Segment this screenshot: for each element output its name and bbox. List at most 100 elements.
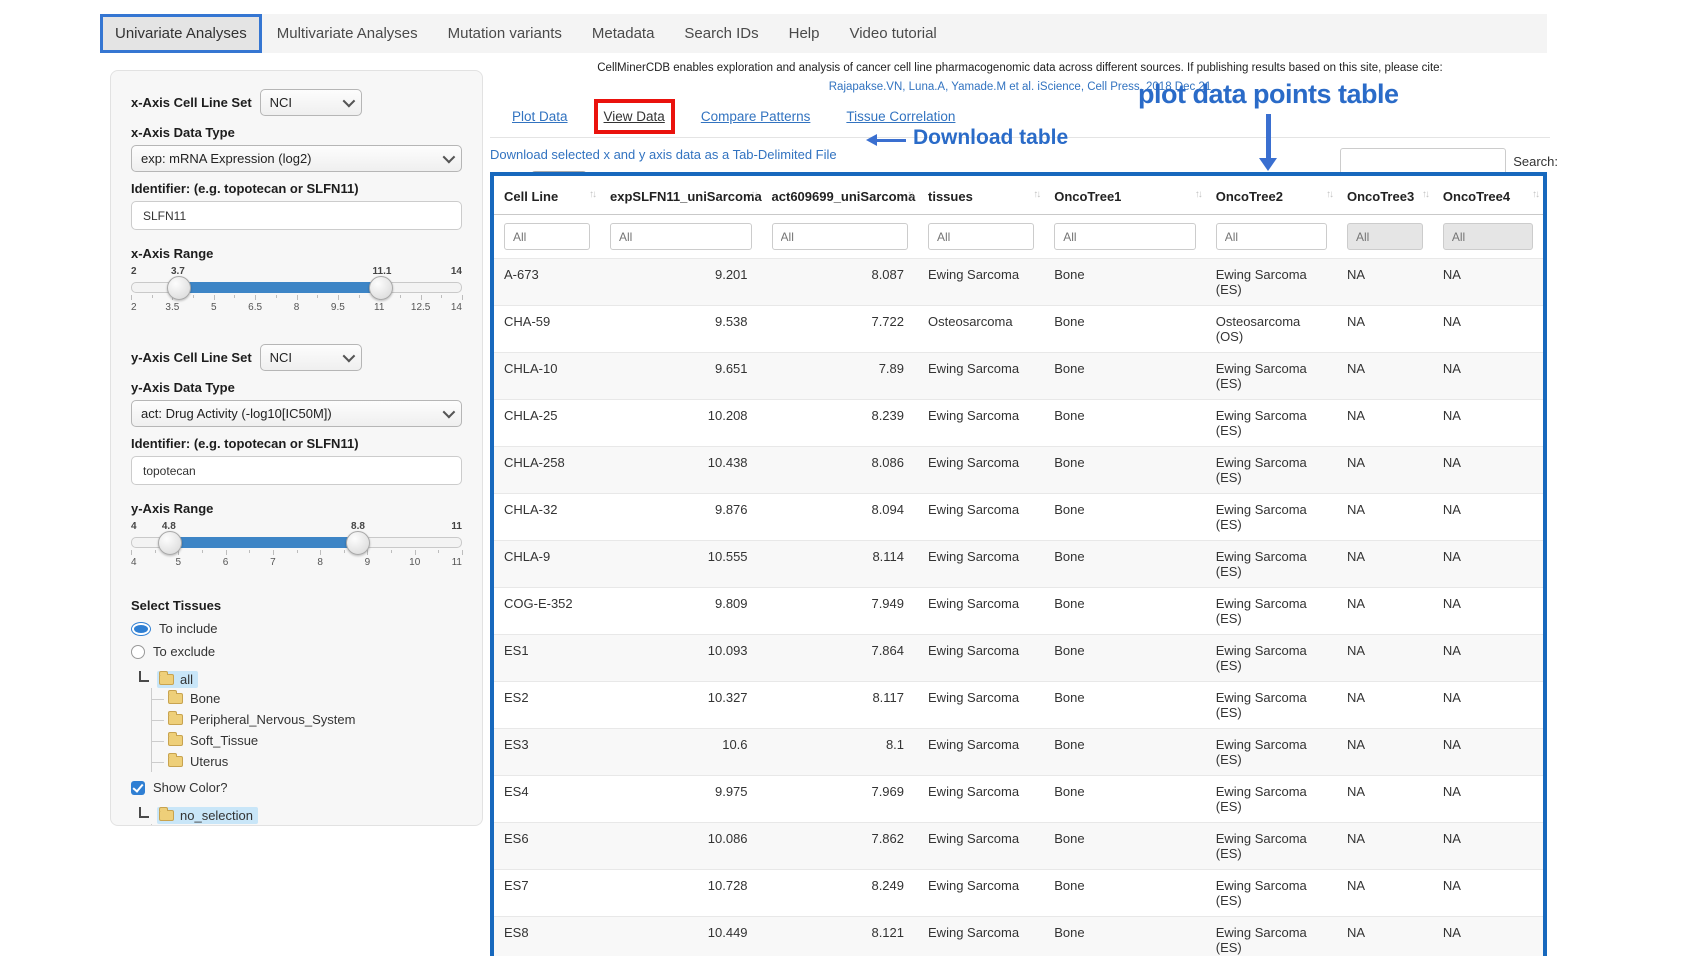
folder-icon	[168, 735, 183, 746]
column-filter-tissues[interactable]	[928, 223, 1034, 250]
x-cell-line-set-select[interactable]: NCI	[260, 89, 362, 116]
folder-icon	[159, 674, 174, 685]
column-filter-oncotree2[interactable]	[1216, 223, 1327, 250]
view-tabs: Plot Data View Data Compare Patterns Tissue…	[512, 109, 1550, 124]
include-radio[interactable]	[131, 622, 151, 636]
cell-oncotree3: NA	[1337, 494, 1433, 541]
column-header-oncotree2[interactable]: OncoTree2↑↓	[1206, 176, 1337, 215]
cell-oncotree2: Ewing Sarcoma (ES)	[1206, 541, 1337, 588]
include-radio-row[interactable]: To include	[131, 621, 462, 636]
cell-oncotree1: Bone	[1044, 729, 1206, 776]
cell-oncotree2: Ewing Sarcoma (ES)	[1206, 353, 1337, 400]
cell-oncotree4: NA	[1433, 494, 1543, 541]
cell-oncotree4: NA	[1433, 306, 1543, 353]
table-row: CHA-599.5387.722OsteosarcomaBoneOsteosar…	[494, 306, 1543, 353]
sort-icon[interactable]: ↑↓	[1033, 189, 1039, 200]
column-header-cell-line[interactable]: Cell Line↑↓	[494, 176, 600, 215]
column-header-oncotree3[interactable]: OncoTree3↑↓	[1337, 176, 1433, 215]
y-cell-line-set-select[interactable]: NCI	[260, 344, 362, 371]
y-data-type-select[interactable]: act: Drug Activity (-log10[IC50M])	[131, 400, 462, 427]
column-filter-oncotree1[interactable]	[1054, 223, 1196, 250]
table-row: CHLA-910.5558.114Ewing SarcomaBoneEwing …	[494, 541, 1543, 588]
tree-corner-icon	[139, 807, 149, 818]
cell-oncotree2: Ewing Sarcoma (ES)	[1206, 729, 1337, 776]
cell-act609699-unisarcoma: 8.249	[762, 870, 918, 917]
cell-expslfn11-unisarcoma: 10.327	[600, 682, 762, 729]
exclude-radio-row[interactable]: To exclude	[131, 644, 462, 659]
column-filter-act609699-unisarcoma[interactable]	[772, 223, 908, 250]
chevron-down-icon	[342, 95, 355, 108]
cell-oncotree2: Ewing Sarcoma (ES)	[1206, 400, 1337, 447]
nav-tab-univariate-analyses[interactable]: Univariate Analyses	[100, 14, 262, 53]
table-filter-row	[494, 215, 1543, 259]
table-row: ES110.0937.864Ewing SarcomaBoneEwing Sar…	[494, 635, 1543, 682]
cell-oncotree2: Ewing Sarcoma (ES)	[1206, 776, 1337, 823]
column-filter-oncotree3[interactable]	[1347, 223, 1423, 250]
folder-icon	[168, 714, 183, 725]
tab-tissue-correlation[interactable]: Tissue Correlation	[846, 109, 955, 124]
nav-tab-video-tutorial[interactable]: Video tutorial	[834, 14, 951, 53]
include-tree-item-uterus[interactable]: Uterus	[152, 751, 462, 772]
show-color-row[interactable]: Show Color?	[131, 780, 462, 795]
include-tree-item-peripheral-nervous-system[interactable]: Peripheral_Nervous_System	[152, 709, 462, 730]
sort-icon[interactable]: ↑↓	[1195, 189, 1201, 200]
nav-tab-mutation-variants[interactable]: Mutation variants	[433, 14, 577, 53]
x-range-slider-low-handle[interactable]	[167, 276, 191, 300]
column-filter-expslfn11-unisarcoma[interactable]	[610, 223, 752, 250]
nav-tab-metadata[interactable]: Metadata	[577, 14, 670, 53]
cell-tissues: Ewing Sarcoma	[918, 917, 1044, 956]
cell-act609699-unisarcoma: 8.121	[762, 917, 918, 956]
sort-icon[interactable]: ↑↓	[751, 189, 757, 200]
column-header-tissues[interactable]: tissues↑↓	[918, 176, 1044, 215]
sort-icon[interactable]: ↑↓	[589, 189, 595, 200]
include-tree-item-bone[interactable]: Bone	[152, 688, 462, 709]
nav-tab-help[interactable]: Help	[774, 14, 835, 53]
y-range-slider-high-handle[interactable]	[346, 531, 370, 555]
column-header-expslfn11-unisarcoma[interactable]: expSLFN11_uniSarcoma↑↓	[600, 176, 762, 215]
cell-cell-line: ES8	[494, 917, 600, 956]
cell-oncotree4: NA	[1433, 588, 1543, 635]
table-row: ES710.7288.249Ewing SarcomaBoneEwing Sar…	[494, 870, 1543, 917]
cell-oncotree4: NA	[1433, 400, 1543, 447]
sort-icon[interactable]: ↑↓	[1422, 189, 1428, 200]
nav-tab-multivariate-analyses[interactable]: Multivariate Analyses	[262, 14, 433, 53]
exclude-tree-root-label: no_selection	[180, 808, 253, 823]
column-header-act609699-unisarcoma[interactable]: act609699_uniSarcoma↑↓	[762, 176, 918, 215]
cell-cell-line: CHLA-258	[494, 447, 600, 494]
cell-oncotree3: NA	[1337, 635, 1433, 682]
exclude-tree-root[interactable]: no_selection	[139, 807, 462, 824]
cell-expslfn11-unisarcoma: 9.975	[600, 776, 762, 823]
data-table: Cell Line↑↓expSLFN11_uniSarcoma↑↓act6096…	[494, 176, 1543, 956]
cell-act609699-unisarcoma: 7.969	[762, 776, 918, 823]
sort-icon[interactable]: ↑↓	[1326, 189, 1332, 200]
x-data-type-select[interactable]: exp: mRNA Expression (log2)	[131, 145, 462, 172]
sort-icon[interactable]: ↑↓	[1532, 189, 1538, 200]
column-filter-oncotree4[interactable]	[1443, 223, 1533, 250]
table-search-input[interactable]	[1340, 148, 1506, 175]
cell-expslfn11-unisarcoma: 10.086	[600, 823, 762, 870]
y-range-slider-low-handle[interactable]	[158, 531, 182, 555]
x-range-slider-high-handle[interactable]	[369, 276, 393, 300]
y-identifier-input[interactable]	[131, 456, 462, 485]
x-identifier-input[interactable]	[131, 201, 462, 230]
download-link[interactable]: Download selected x and y axis data as a…	[490, 147, 837, 162]
column-header-oncotree4[interactable]: OncoTree4↑↓	[1433, 176, 1543, 215]
nav-tab-search-ids[interactable]: Search IDs	[669, 14, 773, 53]
y-cell-line-set-value: NCI	[270, 350, 292, 365]
tab-view-data[interactable]: View Data	[604, 109, 665, 124]
sort-icon[interactable]: ↑↓	[907, 189, 913, 200]
tab-compare-patterns[interactable]: Compare Patterns	[701, 109, 811, 124]
tab-plot-data[interactable]: Plot Data	[512, 109, 568, 124]
include-tree-item-soft-tissue[interactable]: Soft_Tissue	[152, 730, 462, 751]
table-row: ES810.4498.121Ewing SarcomaBoneEwing Sar…	[494, 917, 1543, 956]
table-row: A-6739.2018.087Ewing SarcomaBoneEwing Sa…	[494, 259, 1543, 306]
x-data-type-value: exp: mRNA Expression (log2)	[141, 151, 312, 166]
show-color-checkbox[interactable]	[131, 781, 145, 795]
cell-expslfn11-unisarcoma: 10.555	[600, 541, 762, 588]
exclude-tree-item-bone[interactable]: Bone	[152, 824, 462, 826]
exclude-radio[interactable]	[131, 645, 145, 659]
column-filter-cell-line[interactable]	[504, 223, 590, 250]
column-header-oncotree1[interactable]: OncoTree1↑↓	[1044, 176, 1206, 215]
cell-oncotree1: Bone	[1044, 870, 1206, 917]
include-tree-root[interactable]: all	[139, 671, 462, 688]
